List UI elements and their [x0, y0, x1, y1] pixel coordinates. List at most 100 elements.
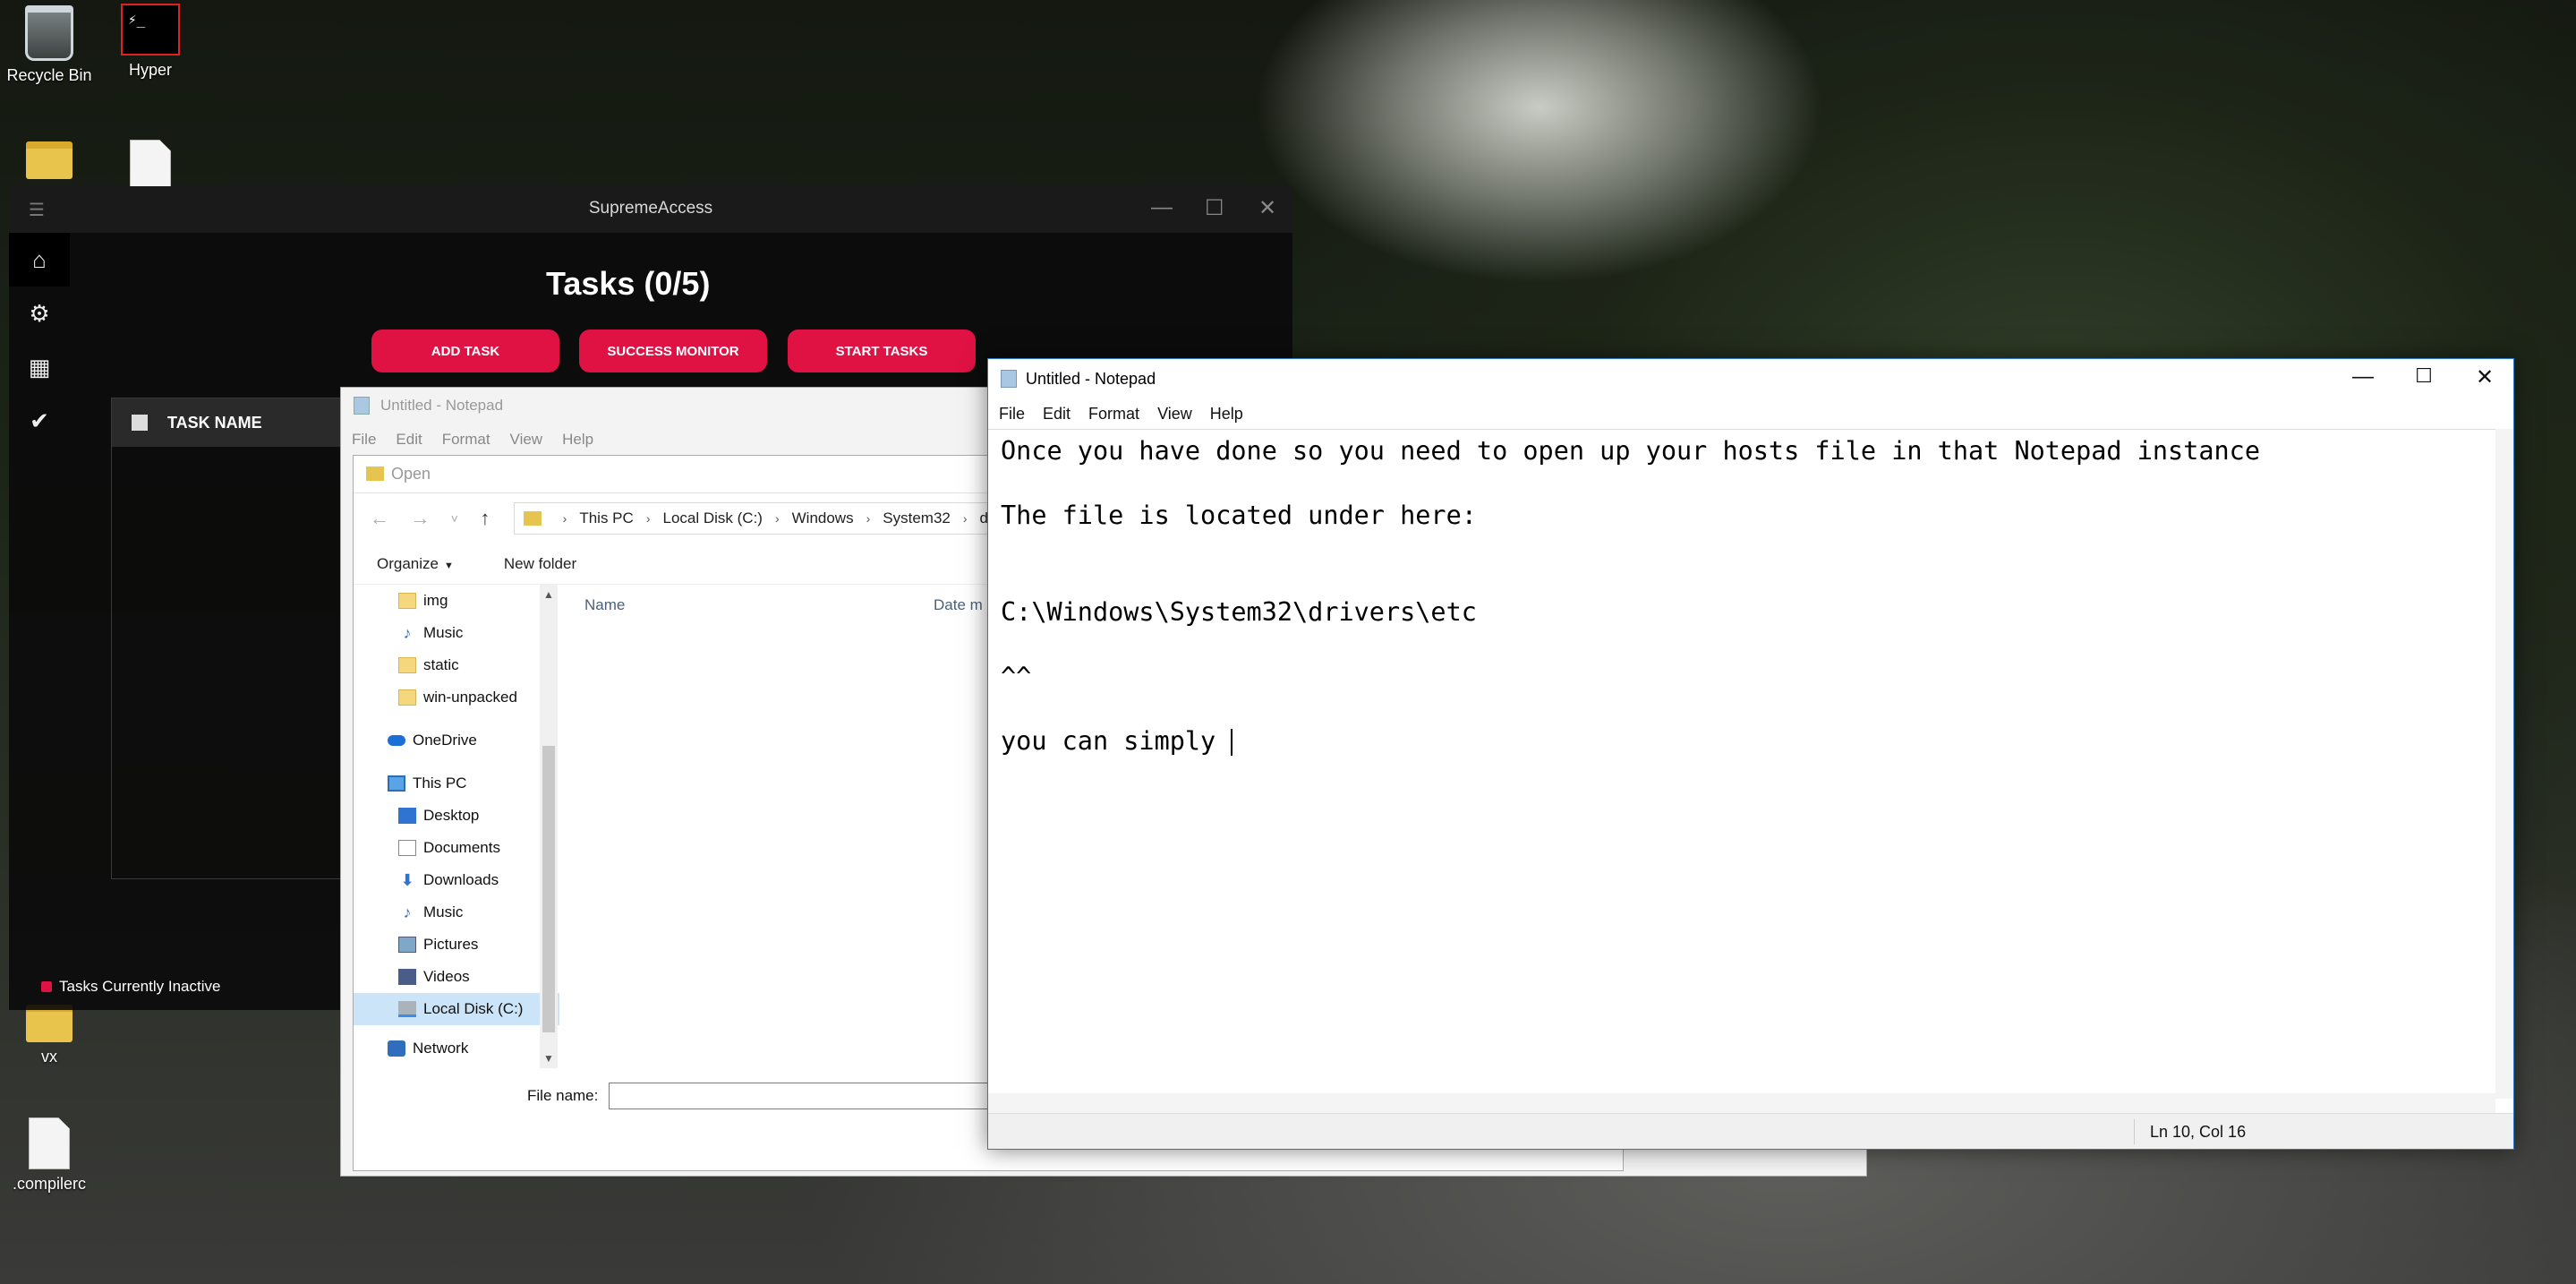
notepad-window[interactable]: Untitled - Notepad — ☐ ✕ File Edit Forma… [987, 358, 2514, 1150]
file-icon [130, 140, 171, 192]
maximize-icon[interactable]: ☐ [1205, 195, 1224, 221]
vertical-scrollbar[interactable] [2495, 429, 2513, 1099]
tree-item-local-disk[interactable]: Local Disk (C:) [354, 993, 559, 1025]
desktop-icon-folder[interactable] [0, 141, 98, 184]
notepad-icon [354, 397, 370, 415]
status-divider [2134, 1119, 2135, 1144]
window-title: Untitled - Notepad [1026, 369, 1156, 388]
breadcrumb-item[interactable]: Local Disk (C:) [662, 509, 762, 527]
menu-format[interactable]: Format [1088, 405, 1139, 424]
tree-item-pictures[interactable]: Pictures [354, 929, 559, 961]
file-name-row: File name: [527, 1083, 1003, 1109]
menu-view[interactable]: View [1157, 405, 1192, 424]
disk-icon [398, 1001, 416, 1017]
text-editor[interactable]: Once you have done so you need to open u… [988, 429, 2495, 1099]
music-icon: ♪ [403, 903, 412, 921]
navigation-pane: img ♪ Music static win-unpacked OneDrive … [354, 585, 559, 1068]
checkmark-icon[interactable]: ✔ [9, 394, 70, 448]
window-title: SupremeAccess [588, 199, 713, 218]
select-all-checkbox[interactable] [132, 415, 148, 431]
desktop-icon-hyper[interactable]: ⚡_ Hyper [101, 0, 200, 80]
tree-item-img[interactable]: img [354, 585, 559, 617]
desktop-icon-label: vx [41, 1048, 57, 1066]
supremeaccess-titlebar[interactable]: ☰ SupremeAccess — ☐ ✕ [9, 186, 1292, 233]
close-icon[interactable]: ✕ [2458, 364, 2512, 390]
menu-view[interactable]: View [510, 431, 543, 456]
home-icon[interactable]: ⌂ [9, 233, 70, 287]
tree-item-downloads[interactable]: ⬇ Downloads [354, 864, 559, 896]
editor-line: The file is located under here: [1001, 501, 1477, 530]
menu-format[interactable]: Format [442, 431, 490, 456]
success-monitor-button[interactable]: SUCCESS MONITOR [579, 330, 767, 372]
chevron-down-icon[interactable]: ˅ [451, 511, 465, 526]
horizontal-scrollbar[interactable] [988, 1093, 2495, 1113]
up-arrow-icon[interactable]: ↑ [480, 507, 504, 530]
desktop-icon-label: Recycle Bin [6, 66, 92, 84]
breadcrumb-item[interactable]: This PC [579, 509, 633, 527]
menu-edit[interactable]: Edit [396, 431, 422, 456]
editor-line: C:\Windows\System32\drivers\etc [1001, 597, 1477, 627]
editor-line-current: you can simply [1001, 725, 2483, 758]
dialog-title: Open [391, 465, 431, 483]
file-icon [29, 1117, 70, 1169]
breadcrumb-item[interactable]: Windows [792, 509, 854, 527]
menu-help[interactable]: Help [562, 431, 593, 456]
tree-item-desktop[interactable]: Desktop [354, 800, 559, 832]
scroll-down-icon[interactable]: ▼ [543, 1052, 554, 1065]
status-bar: Ln 10, Col 16 [988, 1113, 2513, 1149]
tree-item-win-unpacked[interactable]: win-unpacked [354, 681, 559, 714]
forward-arrow-icon[interactable]: → [410, 507, 434, 530]
editor-line: you can simply [1001, 726, 1232, 756]
desktop-icon-vx[interactable]: vx [0, 1005, 98, 1066]
network-icon [388, 1040, 405, 1057]
start-tasks-button[interactable]: START TASKS [788, 330, 976, 372]
maximize-icon[interactable]: ☐ [2397, 364, 2451, 388]
breadcrumb-item[interactable]: System32 [883, 509, 951, 527]
column-date-modified[interactable]: Date m [934, 596, 983, 614]
tree-item-music[interactable]: ♪ Music [354, 896, 559, 929]
gear-icon[interactable]: ⚙ [9, 287, 70, 340]
tree-item-onedrive[interactable]: OneDrive [354, 724, 559, 757]
minimize-icon[interactable]: — [1151, 195, 1173, 220]
status-dot-icon [41, 981, 52, 992]
new-folder-button[interactable]: New folder [504, 555, 576, 573]
minimize-icon[interactable]: — [2336, 364, 2390, 389]
grid-icon[interactable]: ▦ [9, 340, 70, 394]
column-name[interactable]: Name [584, 596, 934, 614]
notepad-titlebar[interactable]: Untitled - Notepad — ☐ ✕ [988, 359, 2513, 398]
tree-item-network[interactable]: Network [354, 1032, 559, 1065]
add-task-button[interactable]: ADD TASK [371, 330, 559, 372]
tree-item-static[interactable]: static [354, 649, 559, 681]
menu-file[interactable]: File [352, 431, 376, 456]
organize-button[interactable]: Organize ▼ [377, 555, 454, 573]
desktop-icon-compilerc[interactable]: .compilerc [0, 1117, 98, 1194]
recycle-bin-icon [25, 5, 73, 61]
tree-item-music[interactable]: ♪ Music [354, 617, 559, 649]
folder-icon [26, 1005, 73, 1042]
menu-file[interactable]: File [999, 405, 1025, 424]
status-text: Tasks Currently Inactive [59, 978, 221, 995]
tree-item-this-pc[interactable]: This PC [354, 767, 559, 800]
videos-icon [398, 969, 416, 985]
page-title: Tasks (0/5) [546, 265, 711, 302]
close-icon[interactable]: ✕ [1258, 195, 1276, 221]
scroll-up-icon[interactable]: ▲ [543, 588, 554, 601]
navigation-scrollbar[interactable]: ▲ ▼ [540, 585, 558, 1068]
notepad-icon [1001, 370, 1017, 388]
file-name-input[interactable] [609, 1083, 1003, 1109]
folder-icon [523, 511, 542, 526]
tree-item-documents[interactable]: Documents [354, 832, 559, 864]
menu-help[interactable]: Help [1210, 405, 1243, 424]
back-arrow-icon[interactable]: ← [370, 507, 394, 530]
desktop-icon-recycle-bin[interactable]: Recycle Bin [0, 0, 98, 85]
pc-icon [388, 775, 405, 792]
menu-edit[interactable]: Edit [1043, 405, 1070, 424]
onedrive-icon [388, 735, 405, 746]
window-title: Untitled - Notepad [380, 397, 504, 414]
downloads-icon: ⬇ [400, 871, 414, 889]
scrollbar-thumb[interactable] [542, 746, 555, 1032]
tree-item-videos[interactable]: Videos [354, 961, 559, 993]
